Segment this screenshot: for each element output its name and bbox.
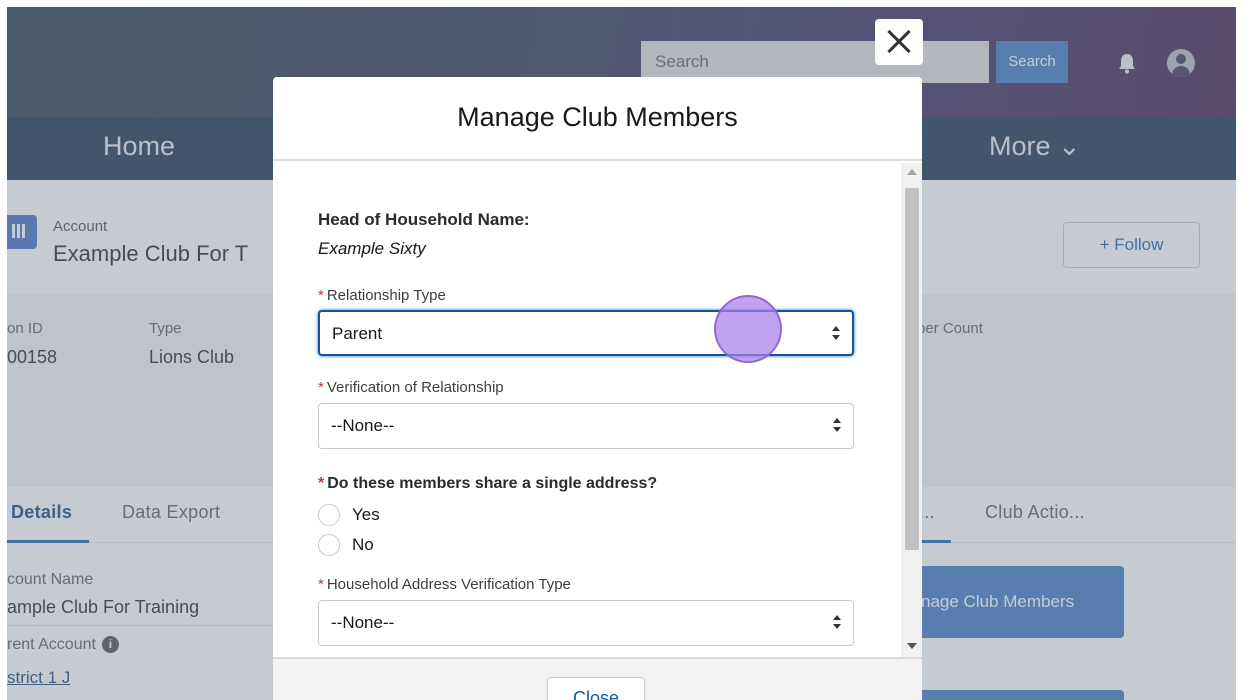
required-marker: *: [318, 287, 324, 304]
share-address-label-text: Do these members share a single address?: [327, 475, 658, 492]
verification-select[interactable]: --None--: [318, 403, 854, 449]
modal-footer: Close: [273, 657, 922, 700]
radio-yes[interactable]: [318, 504, 340, 526]
address-verification-select[interactable]: --None--: [318, 600, 854, 646]
verification-label-text: Verification of Relationship: [326, 379, 504, 396]
radio-no[interactable]: [318, 534, 340, 556]
close-button[interactable]: Close: [547, 677, 645, 700]
address-verification-label-text: Household Address Verification Type: [326, 576, 571, 593]
scroll-down-arrow[interactable]: [907, 643, 917, 649]
required-marker: *: [318, 576, 324, 593]
address-verification-value: --None--: [331, 613, 395, 632]
relationship-type-label: * Relationship Type: [318, 287, 446, 304]
select-arrows-icon: [832, 326, 840, 342]
required-marker: *: [318, 475, 325, 492]
verification-value: --None--: [331, 416, 395, 435]
share-address-label: * Do these members share a single address…: [318, 475, 657, 493]
radio-no-label: No: [352, 535, 374, 554]
screenshot-stage: Search Search Home More ⌄ Account Exampl…: [0, 0, 1243, 700]
relationship-type-value: Parent: [332, 324, 383, 343]
required-marker: *: [318, 379, 324, 396]
modal-body: Head of Household Name: Example Sixty * R…: [273, 163, 922, 657]
head-of-household-label: Head of Household Name:: [318, 210, 530, 229]
close-icon[interactable]: [875, 19, 923, 65]
modal-header: Manage Club Members: [273, 77, 922, 161]
select-arrows-icon: [833, 615, 841, 631]
select-arrows-icon: [833, 418, 841, 434]
radio-yes-label: Yes: [352, 505, 380, 524]
browser-viewport: Search Search Home More ⌄ Account Exampl…: [7, 7, 1236, 700]
click-indicator: [714, 295, 782, 363]
head-of-household-value: Example Sixty: [318, 239, 426, 258]
scroll-up-arrow[interactable]: [907, 169, 917, 175]
verification-label: * Verification of Relationship: [318, 379, 504, 396]
relationship-type-label-text: Relationship Type: [326, 287, 446, 304]
scrollbar-thumb[interactable]: [905, 188, 919, 550]
modal-title: Manage Club Members: [457, 102, 738, 132]
address-verification-label: * Household Address Verification Type: [318, 576, 571, 593]
manage-club-members-modal: Manage Club Members Head of Household Na…: [273, 77, 922, 700]
